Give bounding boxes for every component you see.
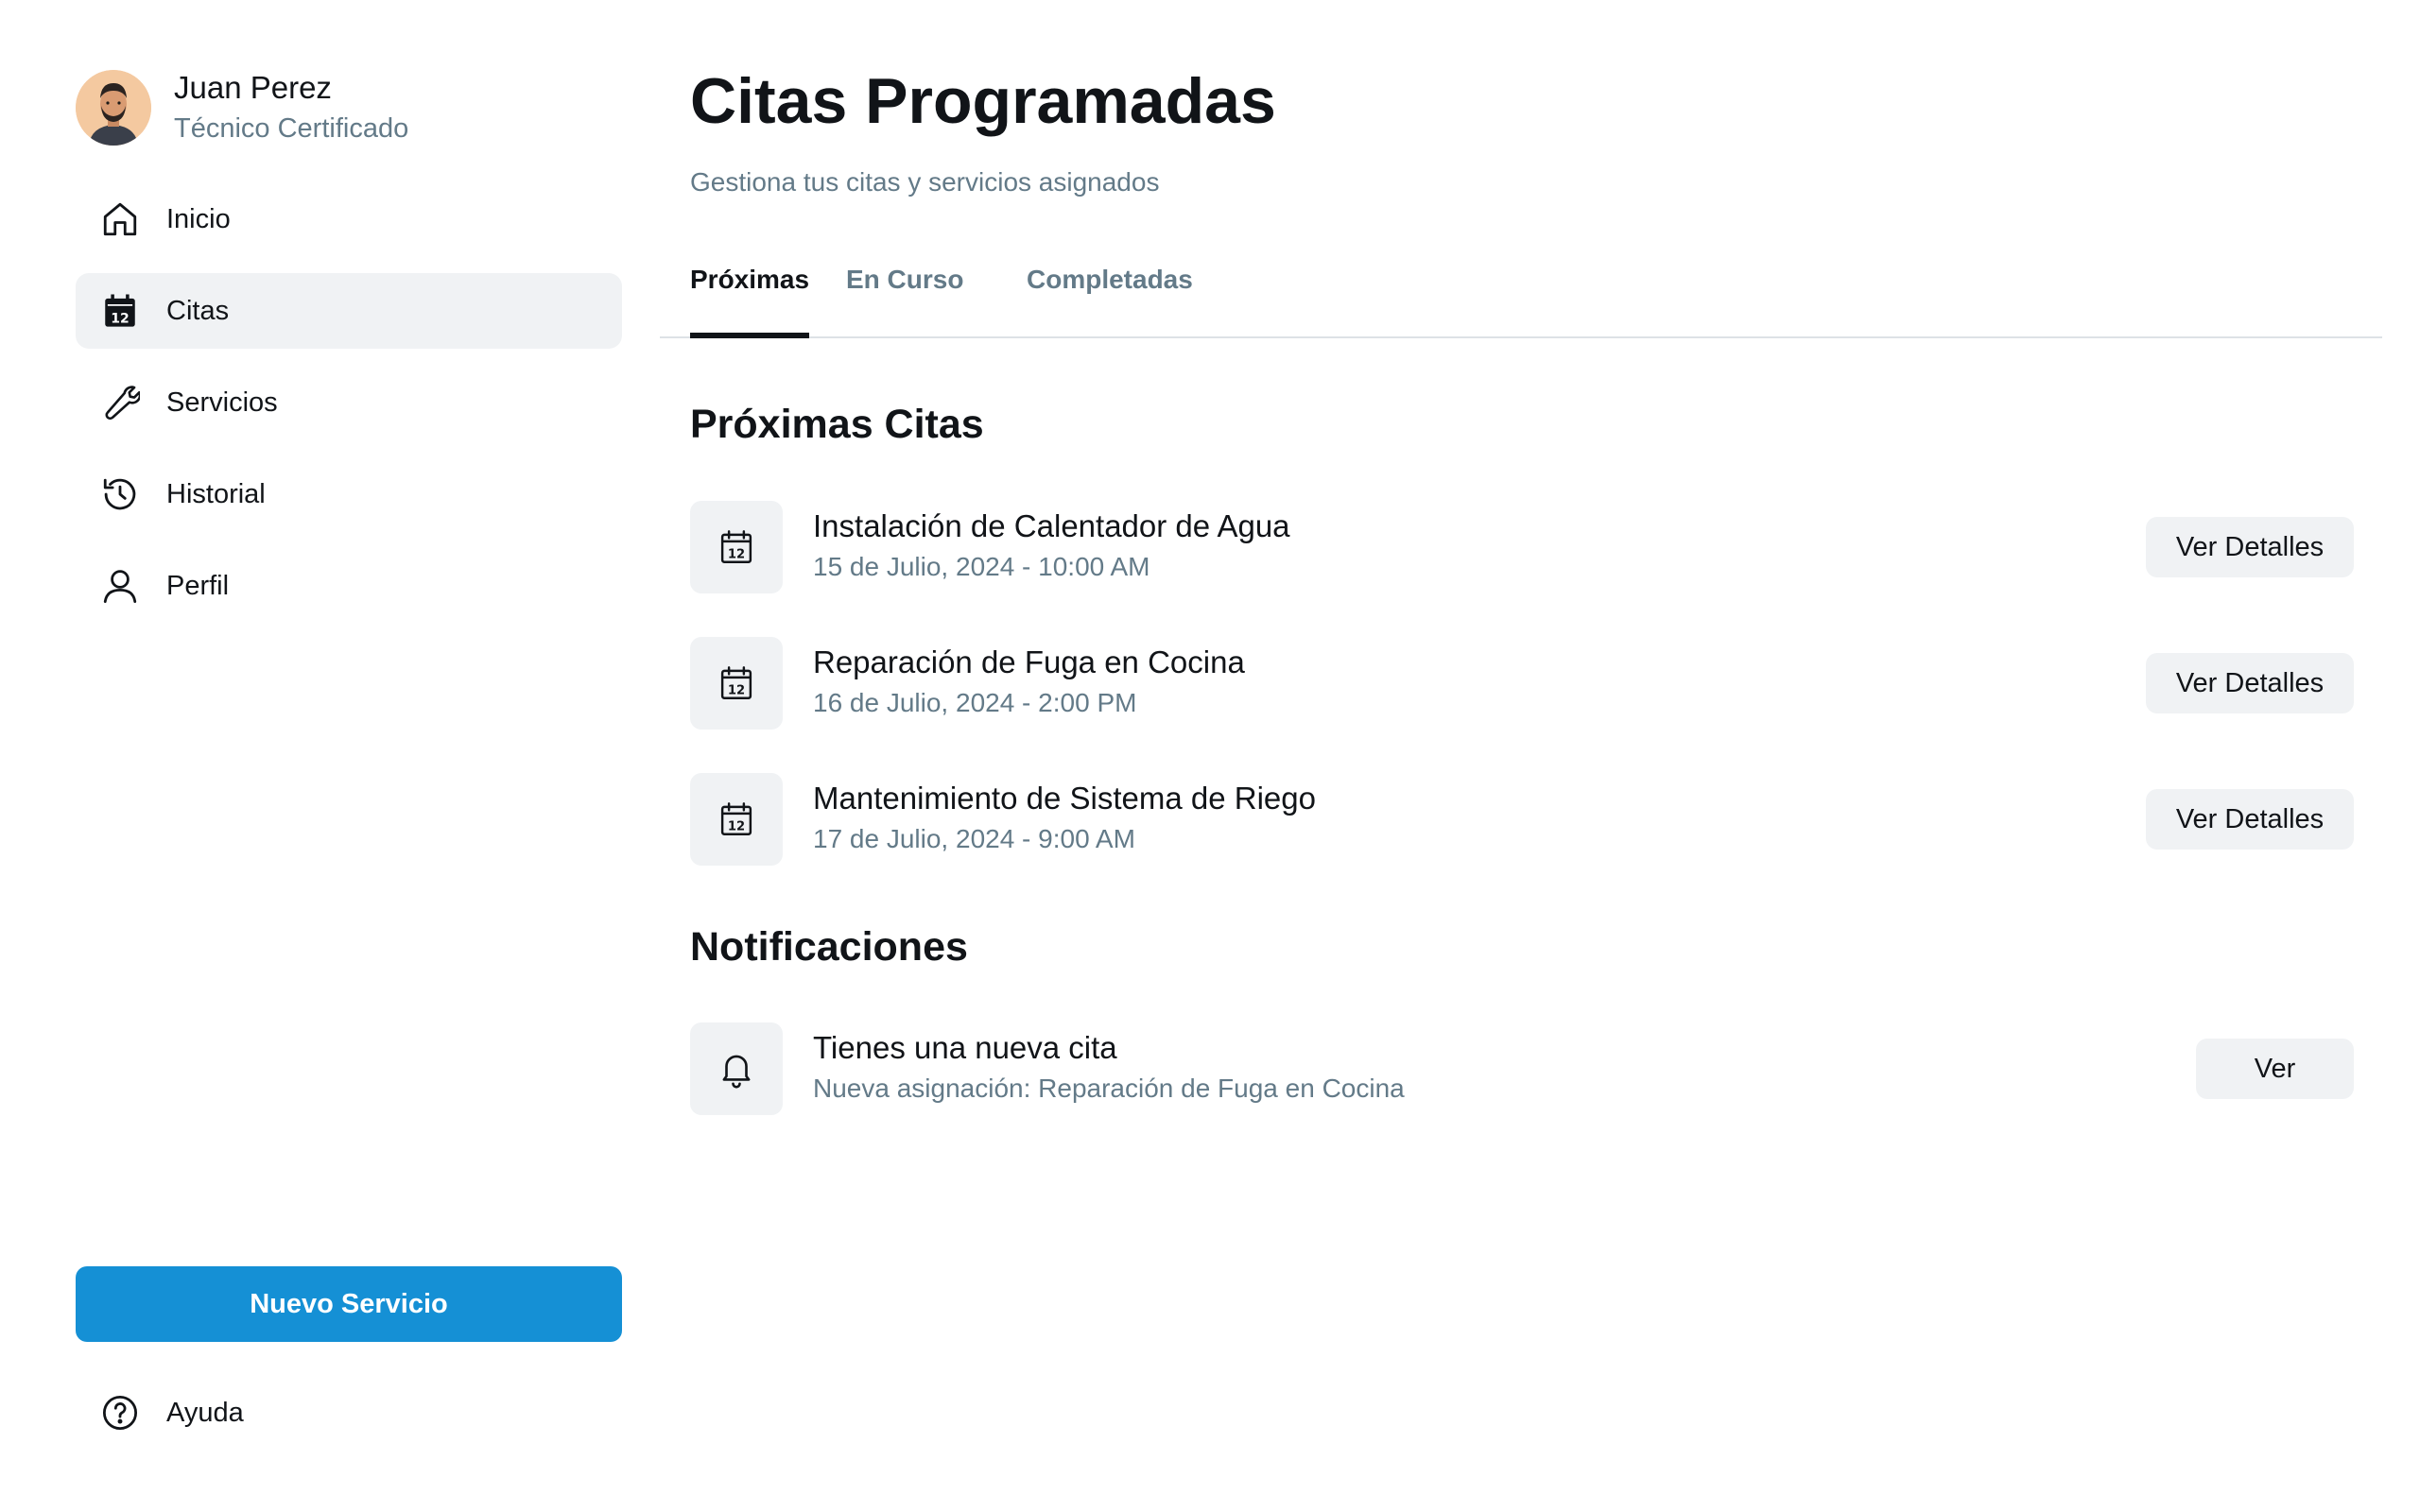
wrench-icon: [100, 383, 140, 422]
page-title: Citas Programadas: [690, 65, 1276, 137]
sidebar-item-label: Citas: [166, 295, 230, 326]
appointment-title: Reparación de Fuga en Cocina: [813, 644, 1245, 679]
tab-en-curso[interactable]: En Curso: [846, 265, 963, 338]
appointment-item: 12 Instalación de Calentador de Agua 15 …: [690, 501, 2354, 593]
appointment-title: Mantenimiento de Sistema de Riego: [813, 781, 1316, 816]
tab-proximas[interactable]: Próximas: [690, 265, 810, 338]
help-label: Ayuda: [166, 1397, 244, 1428]
notification-item: Tienes una nueva cita Nueva asignación: …: [690, 1022, 2354, 1115]
sidebar-nav: Inicio 12 Citas Servicios Historial Perf…: [76, 181, 622, 640]
notification-title: Tienes una nueva cita: [813, 1030, 1117, 1065]
app-window: Juan Perez Técnico Certificado Inicio 12…: [0, 0, 2420, 1512]
user-profile[interactable]: Juan Perez Técnico Certificado: [76, 68, 408, 147]
appointment-datetime: 17 de Julio, 2024 - 9:00 AM: [813, 824, 1135, 853]
page-subtitle: Gestiona tus citas y servicios asignados: [690, 167, 1160, 197]
sidebar-item-historial[interactable]: Historial: [76, 456, 622, 532]
tab-completadas[interactable]: Completadas: [1027, 265, 1193, 338]
calendar-icon: 12: [690, 637, 783, 730]
user-role: Técnico Certificado: [174, 113, 409, 144]
calendar-icon: 12: [100, 291, 140, 331]
calendar-icon: 12: [690, 773, 783, 866]
view-details-button[interactable]: Ver Detalles: [2146, 789, 2354, 850]
sidebar: Juan Perez Técnico Certificado Inicio 12…: [0, 0, 662, 1512]
sidebar-item-inicio[interactable]: Inicio: [76, 181, 622, 257]
sidebar-item-label: Perfil: [166, 570, 230, 601]
view-details-button[interactable]: Ver Detalles: [2146, 653, 2354, 713]
sidebar-item-label: Servicios: [166, 387, 278, 418]
user-name: Juan Perez: [174, 70, 332, 105]
avatar: [76, 70, 151, 146]
tab-bar: Próximas En Curso Completadas: [660, 246, 2382, 338]
sidebar-item-perfil[interactable]: Perfil: [76, 548, 622, 624]
home-icon: [100, 199, 140, 239]
user-icon: [100, 566, 140, 606]
appointment-datetime: 16 de Julio, 2024 - 2:00 PM: [813, 688, 1137, 717]
appointment-datetime: 15 de Julio, 2024 - 10:00 AM: [813, 552, 1150, 581]
svg-text:12: 12: [728, 683, 745, 697]
view-notification-button[interactable]: Ver: [2196, 1039, 2354, 1099]
help-link[interactable]: Ayuda: [76, 1375, 622, 1451]
notification-detail: Nueva asignación: Reparación de Fuga en …: [813, 1074, 1405, 1103]
upcoming-section-title: Próximas Citas: [690, 402, 984, 447]
sidebar-item-label: Inicio: [166, 203, 231, 234]
help-icon: [100, 1393, 140, 1433]
bell-icon: [690, 1022, 783, 1115]
svg-text:12: 12: [728, 547, 745, 561]
sidebar-item-citas[interactable]: 12 Citas: [76, 273, 622, 349]
sidebar-item-label: Historial: [166, 478, 266, 509]
history-icon: [100, 474, 140, 514]
calendar-icon: 12: [690, 501, 783, 593]
notifications-section-title: Notificaciones: [690, 924, 968, 970]
appointment-item: 12 Reparación de Fuga en Cocina 16 de Ju…: [690, 637, 2354, 730]
appointment-item: 12 Mantenimiento de Sistema de Riego 17 …: [690, 773, 2354, 866]
svg-text:12: 12: [111, 312, 129, 327]
main-content: Citas Programadas Gestiona tus citas y s…: [660, 0, 2382, 1512]
new-service-button[interactable]: Nuevo Servicio: [76, 1266, 622, 1342]
sidebar-item-servicios[interactable]: Servicios: [76, 365, 622, 440]
appointment-title: Instalación de Calentador de Agua: [813, 508, 1290, 543]
svg-text:12: 12: [728, 819, 745, 833]
view-details-button[interactable]: Ver Detalles: [2146, 517, 2354, 577]
